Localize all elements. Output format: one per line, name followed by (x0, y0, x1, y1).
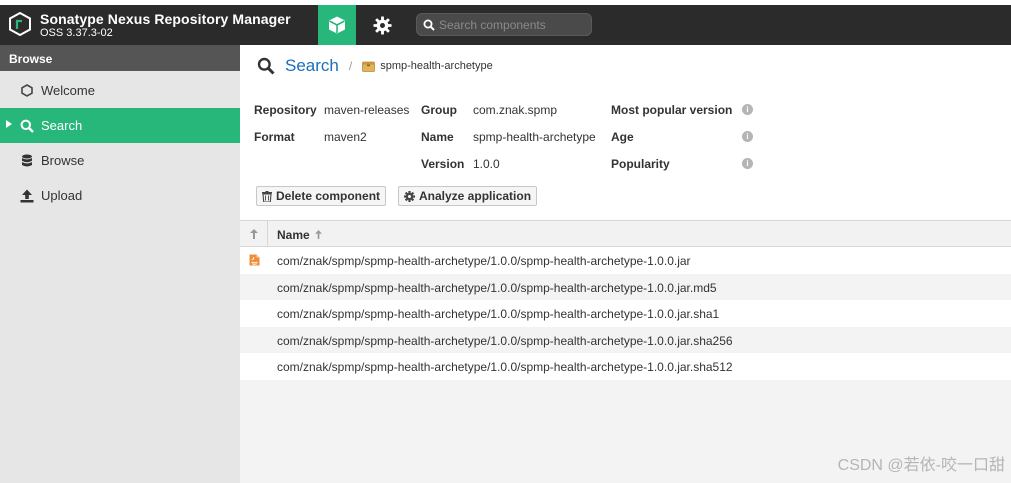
table-row[interactable]: com/znak/spmp/spmp-health-archetype/1.0.… (240, 300, 1011, 327)
breadcrumb-separator: / (348, 59, 353, 73)
asset-name-cell: com/znak/spmp/spmp-health-archetype/1.0.… (277, 280, 717, 295)
sort-column-header[interactable] (240, 221, 268, 246)
cube-icon (329, 16, 345, 34)
analyze-application-button[interactable]: Analyze application (398, 186, 538, 206)
header-top-strip (0, 0, 1011, 5)
sidebar-item-label: Browse (41, 153, 85, 168)
sidebar-item-browse[interactable]: Browse (0, 143, 240, 178)
delete-component-label: Delete component (276, 189, 381, 203)
format-value: maven2 (324, 130, 367, 144)
search-components-input[interactable] (439, 17, 589, 32)
sidebar-item-search[interactable]: Search (0, 108, 240, 143)
package-icon (362, 61, 376, 72)
info-icon[interactable]: i (742, 158, 753, 169)
table-row[interactable]: com/znak/spmp/spmp-health-archetype/1.0.… (240, 353, 1011, 380)
table-row[interactable]: com/znak/spmp/spmp-health-archetype/1.0.… (240, 273, 1011, 300)
asset-name-cell: com/znak/spmp/spmp-health-archetype/1.0.… (277, 360, 733, 374)
age-label: Age (611, 130, 634, 144)
app-title: Sonatype Nexus Repository Manager (40, 11, 291, 27)
gear-icon (404, 190, 415, 202)
group-label: Group (421, 103, 457, 117)
caret-right-icon (6, 120, 12, 128)
group-value: com.znak.spmp (473, 103, 558, 117)
repository-label: Repository (254, 103, 317, 117)
asset-name-cell: com/znak/spmp/spmp-health-archetype/1.0.… (277, 333, 733, 348)
table-row[interactable]: com/znak/spmp/spmp-health-archetype/1.0.… (240, 326, 1011, 353)
delete-component-button[interactable]: Delete component (256, 186, 387, 206)
sidebar-heading: Browse (0, 45, 240, 71)
admin-mode-button[interactable] (366, 5, 398, 45)
sidebar-item-label: Welcome (41, 83, 95, 98)
java-file-icon (249, 254, 260, 266)
version-value: 1.0.0 (473, 157, 500, 171)
sidebar-item-welcome[interactable]: Welcome (0, 73, 240, 108)
table-row[interactable]: com/znak/spmp/spmp-health-archetype/1.0.… (240, 247, 1011, 274)
nexus-logo-icon (9, 12, 31, 36)
breadcrumb-search-link[interactable]: Search (285, 56, 339, 76)
search-icon (257, 57, 275, 75)
analyze-application-label: Analyze application (419, 189, 532, 203)
name-column-header[interactable]: Name (277, 228, 323, 242)
info-icon[interactable]: i (742, 131, 753, 142)
sidebar-item-label: Search (41, 118, 83, 133)
version-label: Version (421, 157, 465, 171)
upload-icon (20, 189, 34, 203)
popularity-label: Popularity (611, 157, 670, 171)
repository-value: maven-releases (324, 103, 410, 117)
info-icon[interactable]: i (742, 104, 753, 115)
trash-icon (262, 190, 272, 202)
browse-mode-button[interactable] (318, 5, 356, 45)
sort-up-arrow-icon (315, 230, 323, 239)
name-label: Name (421, 130, 454, 144)
search-icon (20, 119, 34, 133)
gear-icon (372, 15, 392, 35)
watermark: CSDN @若依-咬一口甜 (837, 457, 1005, 474)
header-search-box[interactable] (416, 13, 592, 36)
format-label: Format (254, 130, 295, 144)
hexagon-icon (20, 84, 34, 98)
name-value: spmp-health-archetype (473, 130, 596, 144)
app-version: OSS 3.37.3-02 (40, 27, 113, 39)
assets-grid-header: Name (240, 220, 1011, 247)
asset-name-cell: com/znak/spmp/spmp-health-archetype/1.0.… (277, 254, 691, 268)
breadcrumb: Search / spmp-health-archetype (257, 55, 493, 77)
breadcrumb-component-name: spmp-health-archetype (380, 60, 493, 72)
database-icon (20, 154, 34, 168)
main-panel: Search / spmp-health-archetype Repositor… (240, 45, 1011, 483)
sidebar: Browse Welcome Search Browse Upload (0, 45, 240, 483)
app-header: Sonatype Nexus Repository Manager OSS 3.… (0, 0, 1011, 45)
most-popular-version-label: Most popular version (611, 103, 733, 117)
sidebar-item-label: Upload (41, 188, 83, 203)
asset-name-cell: com/znak/spmp/spmp-health-archetype/1.0.… (277, 307, 720, 321)
sort-up-arrow-icon (249, 228, 258, 239)
search-icon (423, 19, 435, 31)
sidebar-item-upload[interactable]: Upload (0, 178, 240, 213)
